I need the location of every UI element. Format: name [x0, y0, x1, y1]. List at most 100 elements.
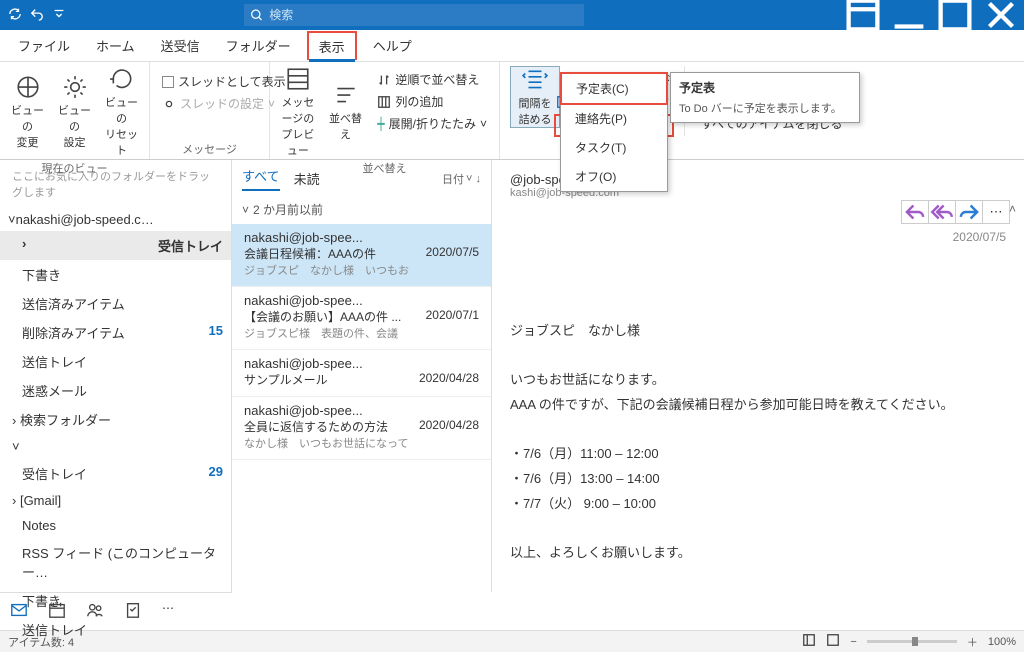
nav-inbox[interactable]: › 受信トレイ [0, 231, 231, 260]
zoom-slider[interactable] [867, 640, 957, 643]
nav-search-folders[interactable]: › 検索フォルダー [0, 405, 231, 434]
message-item[interactable]: nakashi@job-spee... サンプルメール 2020/04/28 [232, 350, 491, 397]
view-reading-icon[interactable] [826, 633, 840, 650]
qat-dropdown-icon[interactable] [52, 7, 66, 24]
reading-date: 2020/07/5 [953, 230, 1006, 244]
add-column-button[interactable]: 列の追加 [375, 92, 489, 111]
message-subject: 【会議のお願い】AAAの件 ... [244, 308, 401, 325]
search-icon [250, 8, 263, 22]
message-preview-button[interactable]: メッセージの プレビュー [280, 66, 316, 158]
filter-all[interactable]: すべて [242, 166, 280, 191]
forward-button[interactable] [955, 200, 983, 224]
message-subject: サンプルメール [244, 371, 328, 388]
nav-gmail[interactable]: › [Gmail] [0, 488, 231, 513]
tooltip: 予定表 To Do バーに予定を表示します。 [670, 72, 860, 123]
message-from: nakashi@job-spee... [244, 293, 479, 308]
tab-folder[interactable]: フォルダー [216, 32, 301, 59]
nav-drafts[interactable]: 下書き [0, 260, 231, 289]
show-as-thread-checkbox[interactable]: スレッドとして表示 [160, 72, 288, 91]
todo-bar-dropdown: 予定表(C) 連絡先(P) タスク(T) オフ(O) [560, 72, 668, 192]
zoom-out-icon[interactable]: − [850, 636, 856, 648]
group-messages: メッセージ [160, 139, 259, 157]
status-item-count: アイテム数: 4 [8, 634, 74, 650]
list-group-header[interactable]: ˅ 2 か月前以前 [232, 195, 491, 224]
tooltip-title: 予定表 [679, 79, 851, 96]
nav-sent[interactable]: 送信済みアイテム [0, 289, 231, 318]
message-item[interactable]: nakashi@job-spee... 会議日程候補：AAAの件 2020/07/… [232, 224, 491, 287]
message-preview: なかし様 いつもお世話になって [244, 435, 479, 451]
body-slot2: ・7/6（月）13:00 – 14:00 [510, 467, 1006, 492]
message-date: 2020/04/28 [419, 371, 479, 388]
dropdown-contacts[interactable]: 連絡先(P) [561, 104, 667, 133]
body-greeting: ジョブスピ なかし様 [510, 319, 1006, 344]
maximize-icon[interactable] [932, 0, 978, 30]
mail-icon[interactable] [10, 601, 28, 622]
body-line2: AAA の件ですが、下記の会議候補日程から参加可能日時を教えてください。 [510, 393, 1006, 418]
ribbon: ビューの 変更 ビューの 設定 ビューの リセット 現在のビュー スレッドとして… [0, 62, 1024, 160]
tooltip-body: To Do バーに予定を表示します。 [679, 100, 851, 116]
sort-button[interactable]: 並べ替え [328, 66, 364, 158]
body-closing: 以上、よろしくお願いします。 [510, 541, 1006, 566]
tasks-icon[interactable] [124, 601, 142, 622]
calendar-icon[interactable] [48, 601, 66, 622]
nav-account2-expand[interactable]: ˅ [0, 434, 231, 459]
message-item[interactable]: nakashi@job-spee... 【会議のお願い】AAAの件 ... 202… [232, 287, 491, 350]
reverse-sort-button[interactable]: 逆順で並べ替え [375, 70, 489, 89]
zoom-in-icon[interactable]: ＋ [967, 634, 978, 650]
dropdown-tasks[interactable]: タスク(T) [561, 133, 667, 162]
tab-home[interactable]: ホーム [86, 32, 145, 59]
search-input[interactable] [269, 8, 578, 22]
nav-deleted[interactable]: 削除済みアイテム15 [0, 318, 231, 347]
view-normal-icon[interactable] [802, 633, 816, 650]
tab-help[interactable]: ヘルプ [363, 32, 422, 59]
nav-outbox[interactable]: 送信トレイ [0, 347, 231, 376]
message-from: nakashi@job-spee... [244, 356, 479, 371]
message-item[interactable]: nakashi@job-spee... 全員に返信するための方法 2020/04/… [232, 397, 491, 460]
tab-file[interactable]: ファイル [8, 32, 80, 59]
tab-sendrecv[interactable]: 送受信 [151, 32, 210, 59]
reading-pane: @job-speed.com kashi@job-speed.com ⋯ 202… [492, 160, 1024, 592]
view-settings-button[interactable]: ビューの 設定 [57, 66, 92, 158]
nav-inbox2[interactable]: 受信トレイ29 [0, 459, 231, 488]
nav-drafts2[interactable]: 下書き [0, 586, 231, 615]
navigation-pane: ここにお気に入りのフォルダーをドラッグします ˅ nakashi@job-spe… [0, 160, 232, 592]
minimize-icon[interactable] [886, 0, 932, 30]
nav-rss[interactable]: RSS フィード (このコンピューター… [0, 538, 231, 586]
message-subject: 全員に返信するための方法 [244, 418, 388, 435]
view-reset-button[interactable]: ビューの リセット [104, 66, 139, 158]
message-preview: ジョブスピ様 表題の件、会議 [244, 325, 479, 341]
people-icon[interactable] [86, 601, 104, 622]
tab-view[interactable]: 表示 [307, 31, 357, 60]
close-icon[interactable] [978, 0, 1024, 30]
message-date: 2020/07/1 [426, 308, 479, 325]
dropdown-calendar[interactable]: 予定表(C) [560, 72, 668, 105]
zoom-level: 100% [988, 636, 1016, 648]
body-slot3: ・7/7（火） 9:00 – 10:00 [510, 492, 1006, 517]
thread-settings-button: スレッドの設定 ˅ [160, 94, 288, 113]
sync-icon[interactable] [8, 7, 22, 24]
undo-icon[interactable] [30, 7, 44, 24]
message-subject: 会議日程候補：AAAの件 [244, 245, 376, 262]
nav-junk[interactable]: 迷惑メール [0, 376, 231, 405]
more-actions-button[interactable]: ⋯ [982, 200, 1010, 224]
dropdown-off[interactable]: オフ(O) [561, 162, 667, 191]
search-box[interactable] [244, 4, 584, 26]
account-header[interactable]: ˅ nakashi@job-speed.c… [0, 208, 231, 231]
message-list-pane: すべて 未読 日付 ˅ ↓ ˅ 2 か月前以前 nakashi@job-spee… [232, 160, 492, 592]
group-sort: 並べ替え [280, 158, 489, 176]
message-from: nakashi@job-spee... [244, 230, 479, 245]
reply-all-button[interactable] [928, 200, 956, 224]
body-slot1: ・7/6（月）11:00 – 12:00 [510, 442, 1006, 467]
message-date: 2020/04/28 [419, 418, 479, 435]
group-currentview: 現在のビュー [10, 158, 139, 176]
nav-notes[interactable]: Notes [0, 513, 231, 538]
ribbon-display-icon[interactable] [840, 0, 886, 30]
reply-button[interactable] [901, 200, 929, 224]
view-change-button[interactable]: ビューの 変更 [10, 66, 45, 158]
expand-collapse-button[interactable]: ┿展開/折りたたみ ˅ [375, 114, 489, 133]
message-preview: ジョブスピ なかし様 いつもお [244, 262, 479, 278]
nav-more-icon[interactable]: ⋯ [162, 601, 174, 622]
message-date: 2020/07/5 [426, 245, 479, 262]
body-line1: いつもお世話になります。 [510, 368, 1006, 393]
message-from: nakashi@job-spee... [244, 403, 479, 418]
